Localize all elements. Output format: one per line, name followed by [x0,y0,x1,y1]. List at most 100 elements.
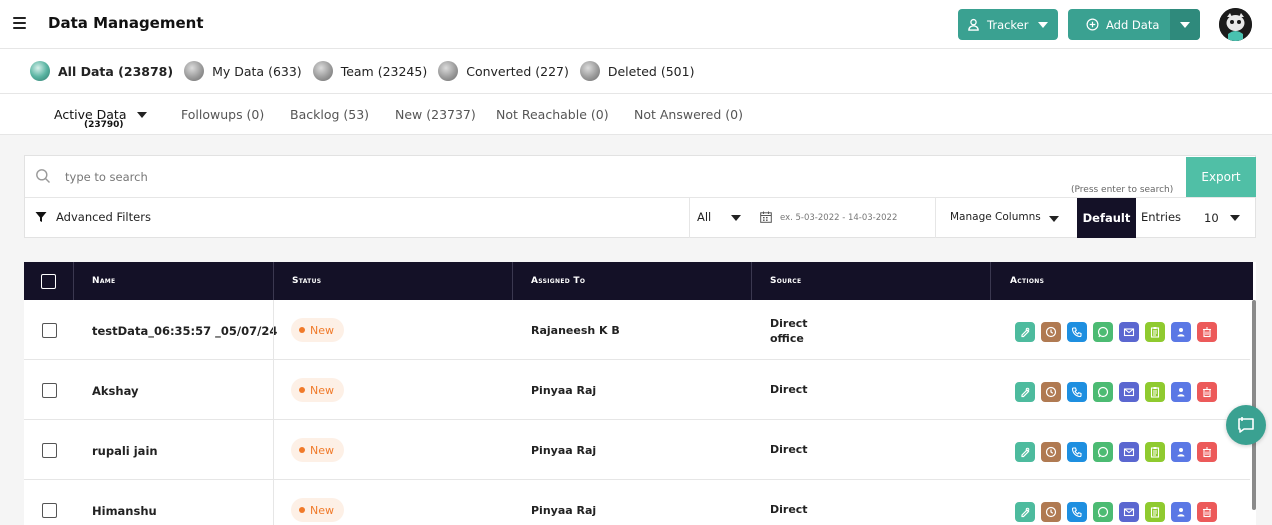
column-header-status[interactable]: Status [274,262,513,300]
whatsapp-button[interactable] [1093,502,1113,522]
chevron-down-icon[interactable] [731,215,741,221]
history-icon [1045,386,1057,398]
add-data-button[interactable]: Add Data [1068,9,1200,40]
users-button[interactable] [1171,322,1191,342]
subtab-not-reachable[interactable]: Not Reachable (0) [496,107,609,122]
subtab-backlog[interactable]: Backlog (53) [290,107,369,122]
tab-deleted[interactable]: Deleted (501) [579,61,694,81]
table-row[interactable]: rupali jain New Pinyaa Raj Direct [24,420,1250,480]
mail-button[interactable] [1119,442,1139,462]
whatsapp-button[interactable] [1093,442,1113,462]
phone-button[interactable] [1067,382,1087,402]
delete-button[interactable] [1197,502,1217,522]
status-dot [299,327,305,333]
history-button[interactable] [1041,442,1061,462]
row-name[interactable]: Akshay [92,384,138,398]
tab-team[interactable]: Team (23245) [312,61,427,81]
edit-button[interactable] [1015,322,1035,342]
column-header-source[interactable]: Source [752,262,991,300]
table-row[interactable]: Akshay New Pinyaa Raj Direct [24,360,1250,420]
default-view-button[interactable]: Default [1077,198,1136,238]
tab-my-data[interactable]: My Data (633) [184,61,302,81]
clipboard-button[interactable] [1145,442,1165,462]
select-all-checkbox[interactable] [41,273,56,289]
row-checkbox[interactable] [42,443,57,458]
row-name[interactable]: rupali jain [92,444,158,458]
history-button[interactable] [1041,502,1061,522]
date-range-input[interactable]: ex. 5-03-2022 - 14-03-2022 [780,213,897,223]
clipboard-button[interactable] [1145,502,1165,522]
delete-button[interactable] [1197,322,1217,342]
clipboard-button[interactable] [1145,322,1165,342]
mail-button[interactable] [1119,382,1139,402]
chevron-down-icon[interactable] [1049,216,1059,222]
advanced-filters-button[interactable]: Advanced Filters [35,210,151,224]
chevron-down-icon[interactable] [1230,215,1240,221]
history-button[interactable] [1041,322,1061,342]
row-checkbox[interactable] [42,383,57,398]
row-name[interactable]: testData_06:35:57 _05/07/24 [92,324,277,338]
divider [273,480,274,525]
row-checkbox[interactable] [42,503,57,518]
entries-select[interactable]: 10 [1204,211,1219,225]
globe-icon [438,61,459,81]
chat-button[interactable] [1226,405,1266,445]
column-header-name[interactable]: Name [74,262,274,300]
add-data-main[interactable]: Add Data [1068,9,1170,40]
data-type-tabs: All Data (23878) My Data (633) Team (232… [0,49,1272,94]
avatar[interactable] [1219,8,1252,41]
row-actions [1015,382,1217,402]
clipboard-button[interactable] [1145,382,1165,402]
users-icon [1177,388,1185,397]
mail-button[interactable] [1119,502,1139,522]
delete-button[interactable] [1197,382,1217,402]
phone-button[interactable] [1067,442,1087,462]
whatsapp-icon [1097,326,1109,338]
subtab-new[interactable]: New (23737) [395,107,476,122]
phone-icon [1071,447,1082,458]
users-icon [1177,508,1185,517]
divider [273,300,274,360]
column-header-assigned-to[interactable]: Assigned To [513,262,752,300]
edit-button[interactable] [1015,502,1035,522]
whatsapp-button[interactable] [1093,322,1113,342]
subtab-not-answered[interactable]: Not Answered (0) [634,107,743,122]
export-button[interactable]: Export [1186,157,1256,197]
row-name[interactable]: Himanshu [92,504,157,518]
row-assigned-to: Pinyaa Raj [531,444,597,457]
history-button[interactable] [1041,382,1061,402]
source-label: Direct [770,503,808,516]
delete-button[interactable] [1197,442,1217,462]
edit-button[interactable] [1015,442,1035,462]
top-bar: Data Management Tracker Add Data [0,0,1272,49]
table-row[interactable]: testData_06:35:57 _05/07/24 New Rajanees… [24,300,1250,360]
add-data-dropdown[interactable] [1170,9,1200,40]
tab-converted[interactable]: Converted (227) [438,61,569,81]
divider [689,198,690,238]
mail-button[interactable] [1119,322,1139,342]
delete-icon [1203,447,1211,458]
phone-button[interactable] [1067,502,1087,522]
scrollbar[interactable] [1252,300,1256,510]
row-checkbox[interactable] [42,323,57,338]
chevron-down-icon [1180,21,1190,28]
subtab-followups[interactable]: Followups (0) [181,107,264,122]
chevron-down-icon[interactable] [137,112,147,118]
tab-all-data[interactable]: All Data (23878) [30,61,173,81]
users-button[interactable] [1171,382,1191,402]
phone-button[interactable] [1067,322,1087,342]
status-label: New [310,383,334,397]
page-title: Data Management [48,14,204,32]
edit-icon [1021,507,1030,518]
menu-icon[interactable] [13,17,26,29]
status-select[interactable]: All [697,210,711,224]
filter-icon [35,212,47,222]
whatsapp-button[interactable] [1093,382,1113,402]
table-row[interactable]: Himanshu New Pinyaa Raj Direct [24,480,1250,525]
users-button[interactable] [1171,502,1191,522]
search-input[interactable] [65,164,1065,190]
tracker-button[interactable]: Tracker [958,9,1058,40]
edit-button[interactable] [1015,382,1035,402]
users-button[interactable] [1171,442,1191,462]
manage-columns-select[interactable]: Manage Columns [950,211,1041,223]
